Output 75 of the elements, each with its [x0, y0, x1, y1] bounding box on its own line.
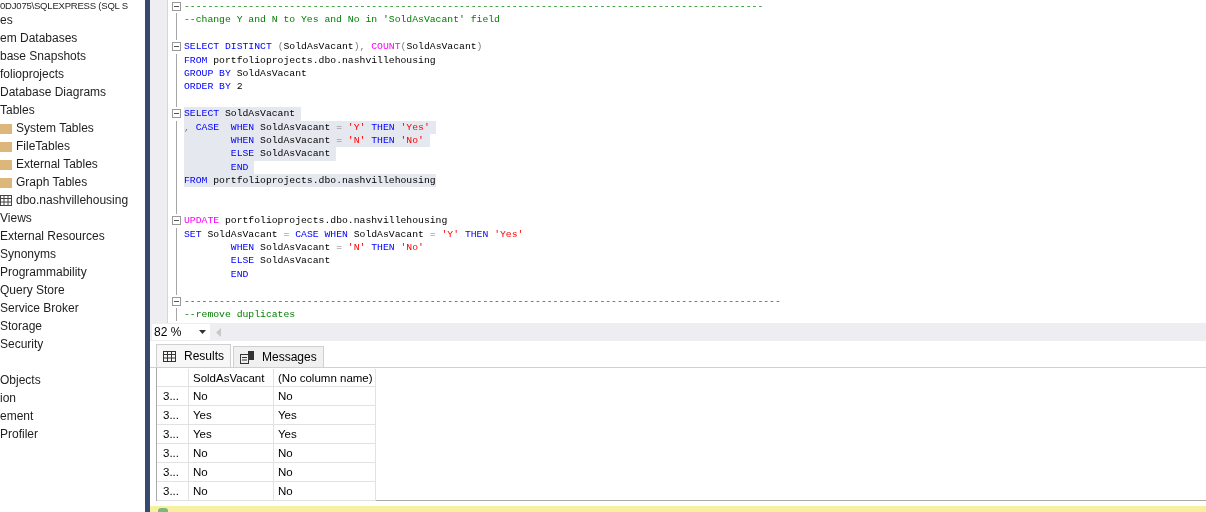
code-line: ORDER BY 2 [184, 80, 243, 94]
tree-item[interactable]: Storage [0, 319, 43, 333]
grid-corner-cell[interactable] [157, 369, 189, 387]
tree-item[interactable]: Security [0, 337, 44, 351]
row-header[interactable]: 3... [157, 387, 189, 406]
dropdown-caret-icon [199, 330, 206, 334]
tree-item[interactable]: Objects [0, 373, 41, 387]
tree-item[interactable]: Views [0, 211, 32, 225]
code-line: FROM portfolioprojects.dbo.nashvillehousing [184, 53, 436, 67]
tree-item[interactable]: Profiler [0, 427, 38, 441]
table-cell: No [189, 444, 274, 463]
code-line: --------------------------------------------------------------------------------------------------- [184, 0, 764, 14]
results-tab[interactable]: Messages [233, 346, 324, 367]
code-line: WHEN SoldAsVacant = 'N' THEN 'No' [229, 241, 424, 255]
table-cell: Yes [274, 406, 376, 425]
tree-item[interactable]: dbo.nashvillehousing [16, 193, 129, 207]
tree-item[interactable]: Tables [0, 103, 35, 117]
table-cell: No [189, 482, 274, 501]
tree-item[interactable]: Database Diagrams [0, 85, 107, 99]
row-header[interactable]: 3... [157, 482, 189, 501]
tree-item[interactable]: FileTables [16, 139, 71, 153]
document-icon [240, 350, 254, 364]
tree-item[interactable]: Service Broker [0, 301, 79, 315]
table-cell: No [274, 463, 376, 482]
table-cell: Yes [274, 425, 376, 444]
table-cell: Yes [189, 406, 274, 425]
table-cell: Yes [189, 425, 274, 444]
tree-item[interactable]: 0DJ075\SQLEXPRESS (SQL S [0, 0, 128, 11]
tree-item[interactable]: External Resources [0, 229, 105, 243]
collapse-icon[interactable] [171, 42, 181, 52]
code-line: ------------------------------------------------------------------------------------------------------ [184, 294, 781, 308]
folder-icon [0, 176, 12, 188]
tree-item[interactable]: ement [0, 409, 34, 423]
code-line: --remove duplicates [184, 308, 296, 322]
collapse-icon[interactable] [171, 296, 181, 306]
code-line: SET SoldAsVacant = CASE WHEN SoldAsVacant = 'Y' THEN 'Yes' [184, 227, 524, 242]
tree-item[interactable]: es [0, 13, 13, 27]
code-line: UPDATE portfolioprojects.dbo.nashvillehousing [184, 214, 448, 228]
status-icon [158, 508, 168, 512]
table-icon [0, 194, 12, 206]
row-header[interactable]: 3... [157, 444, 189, 463]
tree-item[interactable]: External Tables [16, 157, 98, 171]
table-cell: No [189, 463, 274, 482]
table-cell: No [274, 387, 376, 406]
table-cell: No [274, 444, 376, 463]
collapse-icon[interactable] [171, 109, 181, 119]
folder-icon [0, 122, 12, 134]
tree-item[interactable]: Graph Tables [16, 175, 88, 189]
folder-icon [0, 158, 12, 170]
folder-icon [0, 140, 12, 152]
tree-item[interactable]: Query Store [0, 283, 65, 297]
code-line: SELECT DISTINCT (SoldAsVacant), COUNT(SoldAsVacant) [184, 40, 483, 54]
code-line: --change Y and N to Yes and No in 'SoldAsVacant' field [184, 13, 500, 27]
code-line: END [229, 267, 249, 282]
row-header[interactable]: 3... [157, 406, 189, 425]
tree-item[interactable]: em Databases [0, 31, 78, 45]
code-line: GROUP BY SoldAsVacant [184, 66, 307, 81]
table-cell: No [274, 482, 376, 501]
tree-item[interactable]: Programmability [0, 265, 87, 279]
row-header[interactable]: 3... [157, 463, 189, 482]
table-cell: No [189, 387, 274, 406]
tree-item[interactable]: System Tables [16, 121, 94, 135]
collapse-icon[interactable] [171, 2, 181, 12]
tree-item[interactable]: base Snapshots [0, 49, 87, 63]
row-header[interactable]: 3... [157, 425, 189, 444]
tree-item[interactable]: ion [0, 391, 16, 405]
results-tab[interactable]: Results [156, 344, 231, 367]
zoom-dropdown[interactable]: 82 % [152, 324, 210, 340]
grid-icon [163, 350, 176, 362]
tree-item[interactable]: folioprojects [0, 67, 65, 81]
column-header[interactable]: SoldAsVacant [189, 369, 274, 387]
code-line: ELSE SoldAsVacant [229, 254, 331, 268]
column-header[interactable]: (No column name) [274, 369, 376, 387]
tree-item[interactable]: Synonyms [0, 247, 57, 261]
collapse-icon[interactable] [171, 216, 181, 226]
